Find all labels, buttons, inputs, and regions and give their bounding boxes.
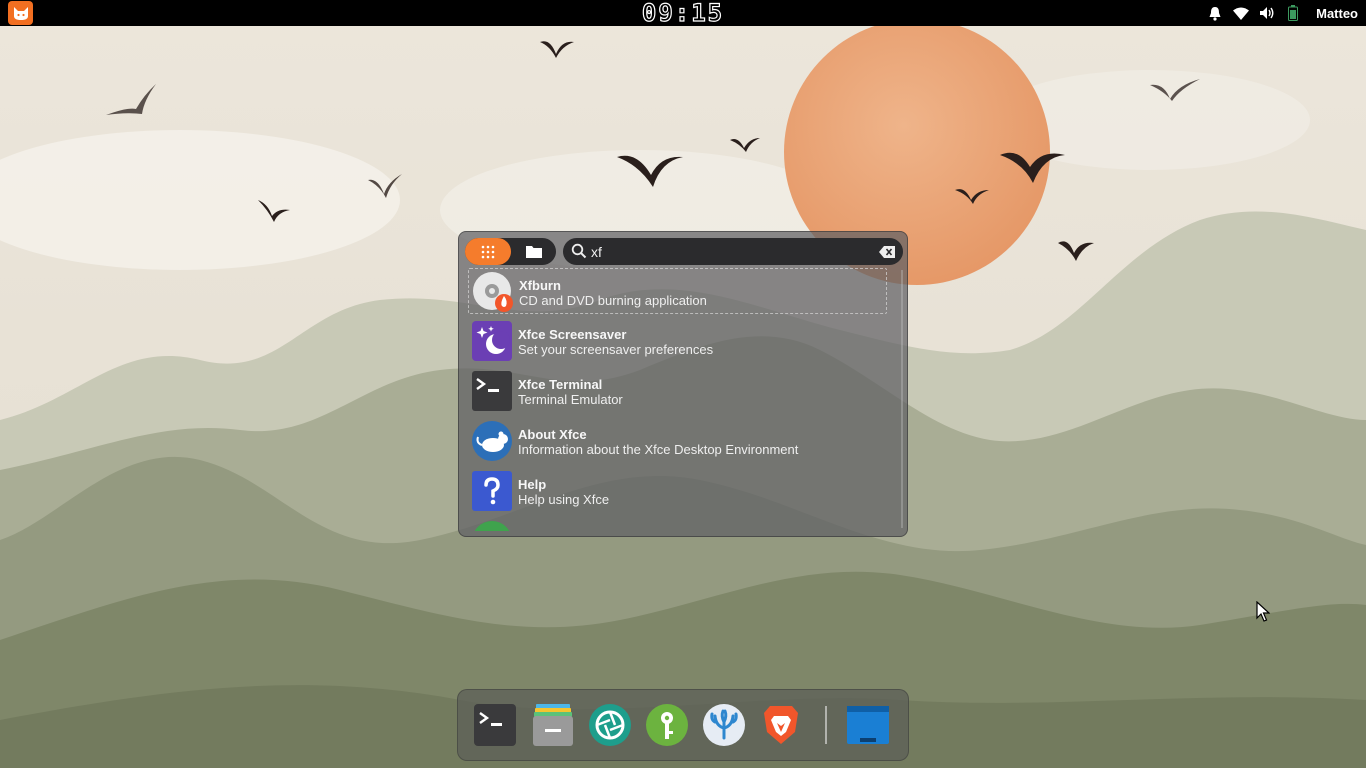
result-description: Information about the Xfce Desktop Envir… bbox=[518, 442, 799, 457]
user-name[interactable]: Matteo bbox=[1316, 6, 1358, 21]
result-description: Set your screensaver preferences bbox=[518, 342, 714, 357]
app-launcher-window: Xfburn CD and DVD burning application Xf… bbox=[458, 231, 908, 537]
bell-icon[interactable] bbox=[1206, 4, 1224, 22]
mouse-cursor-icon bbox=[1256, 601, 1270, 622]
dock-screenshot-aperture-icon[interactable] bbox=[589, 704, 631, 746]
result-description: Help using Xfce bbox=[518, 492, 610, 507]
result-name: Xfce Screensaver bbox=[518, 327, 627, 342]
result-item-help[interactable]: Help Help using Xfce bbox=[468, 468, 887, 514]
result-name: Xfce Terminal bbox=[518, 377, 603, 392]
terminal-icon bbox=[472, 371, 512, 411]
result-item-xfce-terminal[interactable]: Xfce Terminal Terminal Emulator bbox=[468, 368, 887, 414]
dock-file-manager-icon[interactable] bbox=[532, 704, 574, 746]
dock-terminal-icon[interactable] bbox=[474, 704, 516, 746]
results-scrollbar[interactable] bbox=[901, 270, 903, 528]
result-name: Help bbox=[518, 477, 547, 492]
dock bbox=[457, 689, 909, 761]
result-item-partial[interactable] bbox=[468, 518, 887, 531]
dock-password-key-icon[interactable] bbox=[646, 704, 688, 746]
top-panel: 09:15 Matteo bbox=[0, 0, 1366, 27]
panel-clock[interactable]: 09:15 bbox=[0, 0, 1366, 27]
volume-icon[interactable] bbox=[1258, 4, 1276, 22]
dock-window-icon[interactable] bbox=[847, 704, 889, 746]
system-tray: Matteo bbox=[1206, 0, 1366, 26]
search-icon bbox=[571, 243, 587, 264]
result-description: Terminal Emulator bbox=[518, 392, 623, 407]
dock-brave-browser-icon[interactable] bbox=[760, 704, 802, 746]
disc-burn-icon bbox=[473, 272, 513, 312]
apps-grid-icon[interactable] bbox=[465, 238, 511, 265]
search-input[interactable] bbox=[591, 241, 871, 262]
search-results-list: Xfburn CD and DVD burning application Xf… bbox=[466, 268, 898, 531]
result-item-xfburn[interactable]: Xfburn CD and DVD burning application bbox=[468, 268, 887, 314]
folder-icon[interactable] bbox=[511, 238, 557, 265]
dock-vscodium-icon[interactable] bbox=[703, 704, 745, 746]
launcher-search-box bbox=[563, 238, 903, 265]
battery-icon[interactable] bbox=[1284, 4, 1302, 22]
result-item-about-xfce[interactable]: About Xfce Information about the Xfce De… bbox=[468, 418, 887, 464]
wifi-icon[interactable] bbox=[1232, 4, 1250, 22]
partial-green-icon bbox=[472, 521, 512, 531]
result-name: Xfburn bbox=[519, 278, 561, 293]
result-description: CD and DVD burning application bbox=[519, 293, 707, 308]
result-name: About Xfce bbox=[518, 427, 587, 442]
xfce-mouse-icon bbox=[472, 421, 512, 461]
clear-search-icon[interactable] bbox=[879, 245, 895, 263]
screensaver-icon bbox=[472, 321, 512, 361]
result-item-xfce-screensaver[interactable]: Xfce Screensaver Set your screensaver pr… bbox=[468, 318, 887, 364]
launcher-mode-switch bbox=[465, 238, 556, 265]
help-icon bbox=[472, 471, 512, 511]
dock-separator bbox=[825, 706, 827, 744]
